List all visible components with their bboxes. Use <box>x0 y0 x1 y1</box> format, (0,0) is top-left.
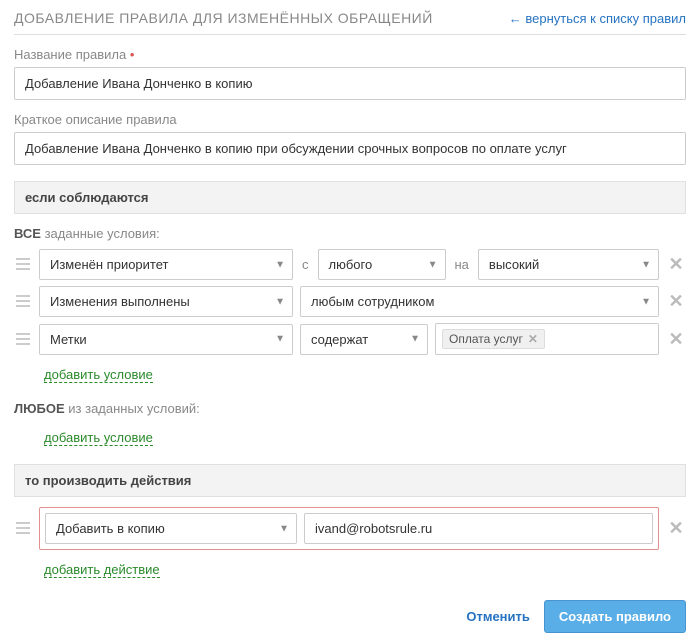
remove-condition-button[interactable]: ✕ <box>666 291 686 312</box>
required-mark: • <box>130 47 135 62</box>
action-value-input[interactable] <box>304 513 653 544</box>
condition-by-select[interactable]: любым сотрудником ▼ <box>300 286 659 317</box>
from-keyword: с <box>300 257 311 272</box>
drag-handle-icon[interactable] <box>14 332 32 347</box>
add-any-condition-link[interactable]: добавить условие <box>44 430 153 446</box>
add-condition-link[interactable]: добавить условие <box>44 367 153 383</box>
create-rule-button[interactable]: Создать правило <box>544 600 686 633</box>
to-keyword: на <box>453 257 471 272</box>
page-header: ДОБАВЛЕНИЕ ПРАВИЛА ДЛЯ ИЗМЕНЁННЫХ ОБРАЩЕ… <box>14 10 686 35</box>
drag-handle-icon[interactable] <box>14 294 32 309</box>
condition-row: Метки ▼ содержат ▼ Оплата услуг ✕ ✕ <box>14 323 686 355</box>
tag-chip: Оплата услуг ✕ <box>442 329 545 349</box>
condition-field-select[interactable]: Изменения выполнены ▼ <box>39 286 293 317</box>
any-conditions-prefix: ЛЮБОЕ <box>14 401 65 416</box>
cancel-button[interactable]: Отменить <box>466 609 530 624</box>
footer: Отменить Создать правило <box>14 596 686 633</box>
all-conditions-prefix: ВСЕ <box>14 226 41 241</box>
conditions-section-header: если соблюдаются <box>14 181 686 214</box>
rule-name-input[interactable] <box>14 67 686 100</box>
add-action-link[interactable]: добавить действие <box>44 562 160 578</box>
actions-section-header: то производить действия <box>14 464 686 497</box>
page-title: ДОБАВЛЕНИЕ ПРАВИЛА ДЛЯ ИЗМЕНЁННЫХ ОБРАЩЕ… <box>14 10 433 26</box>
rule-desc-group: Краткое описание правила <box>14 112 686 165</box>
all-conditions-intro: ВСЕ заданные условия: <box>14 226 686 241</box>
condition-from-value: любого <box>318 249 446 280</box>
drag-handle-icon[interactable] <box>14 257 32 272</box>
condition-op-select[interactable]: содержат ▼ <box>300 324 428 355</box>
rule-name-label: Название правила • <box>14 47 686 62</box>
condition-by-value: любым сотрудником <box>300 286 659 317</box>
rule-desc-label: Краткое описание правила <box>14 112 686 127</box>
remove-condition-button[interactable]: ✕ <box>666 254 686 275</box>
all-conditions-suffix: заданные условия: <box>41 226 160 241</box>
remove-action-button[interactable]: ✕ <box>666 518 686 539</box>
condition-field-value: Изменения выполнены <box>39 286 293 317</box>
tag-label: Оплата услуг <box>449 332 523 346</box>
condition-row: Изменён приоритет ▼ с любого ▼ на высоки… <box>14 249 686 280</box>
any-conditions-intro: ЛЮБОЕ из заданных условий: <box>14 401 686 416</box>
condition-to-select[interactable]: высокий ▼ <box>478 249 659 280</box>
action-type-select[interactable]: Добавить в копию ▼ <box>45 513 297 544</box>
action-row: Добавить в копию ▼ ✕ <box>14 507 686 550</box>
condition-field-value: Метки <box>39 324 293 355</box>
tag-remove-icon[interactable]: ✕ <box>528 332 538 346</box>
tag-input-box[interactable]: Оплата услуг ✕ <box>435 323 659 355</box>
drag-handle-icon[interactable] <box>14 521 32 536</box>
remove-condition-button[interactable]: ✕ <box>666 329 686 350</box>
condition-field-select[interactable]: Изменён приоритет ▼ <box>39 249 293 280</box>
condition-row: Изменения выполнены ▼ любым сотрудником … <box>14 286 686 317</box>
rule-name-group: Название правила • <box>14 47 686 100</box>
action-box: Добавить в копию ▼ <box>39 507 659 550</box>
back-to-rules-link[interactable]: ← вернуться к списку правил <box>509 11 686 26</box>
condition-from-select[interactable]: любого ▼ <box>318 249 446 280</box>
rule-name-label-text: Название правила <box>14 47 126 62</box>
any-conditions-suffix: из заданных условий: <box>65 401 200 416</box>
condition-op-value: содержат <box>300 324 428 355</box>
rule-desc-input[interactable] <box>14 132 686 165</box>
condition-field-value: Изменён приоритет <box>39 249 293 280</box>
action-type-value: Добавить в копию <box>45 513 297 544</box>
condition-to-value: высокий <box>478 249 659 280</box>
condition-field-select[interactable]: Метки ▼ <box>39 324 293 355</box>
